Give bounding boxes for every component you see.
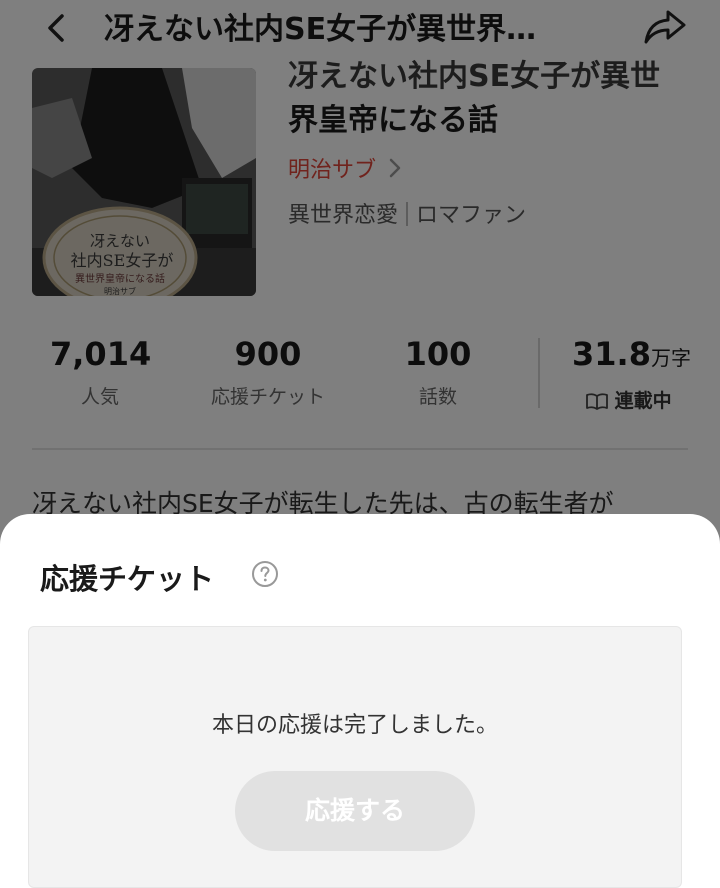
cheer-panel: 本日の応援は完了しました。 応援する <box>28 626 682 888</box>
cheer-complete-message: 本日の応援は完了しました。 <box>211 713 498 738</box>
sheet-title: 応援チケット <box>40 562 215 596</box>
help-button[interactable] <box>251 560 279 588</box>
cheer-button[interactable]: 応援する <box>235 771 475 851</box>
question-circle-icon <box>252 561 278 587</box>
cheer-ticket-sheet: 応援チケット 本日の応援は完了しました。 応援する <box>0 514 720 888</box>
